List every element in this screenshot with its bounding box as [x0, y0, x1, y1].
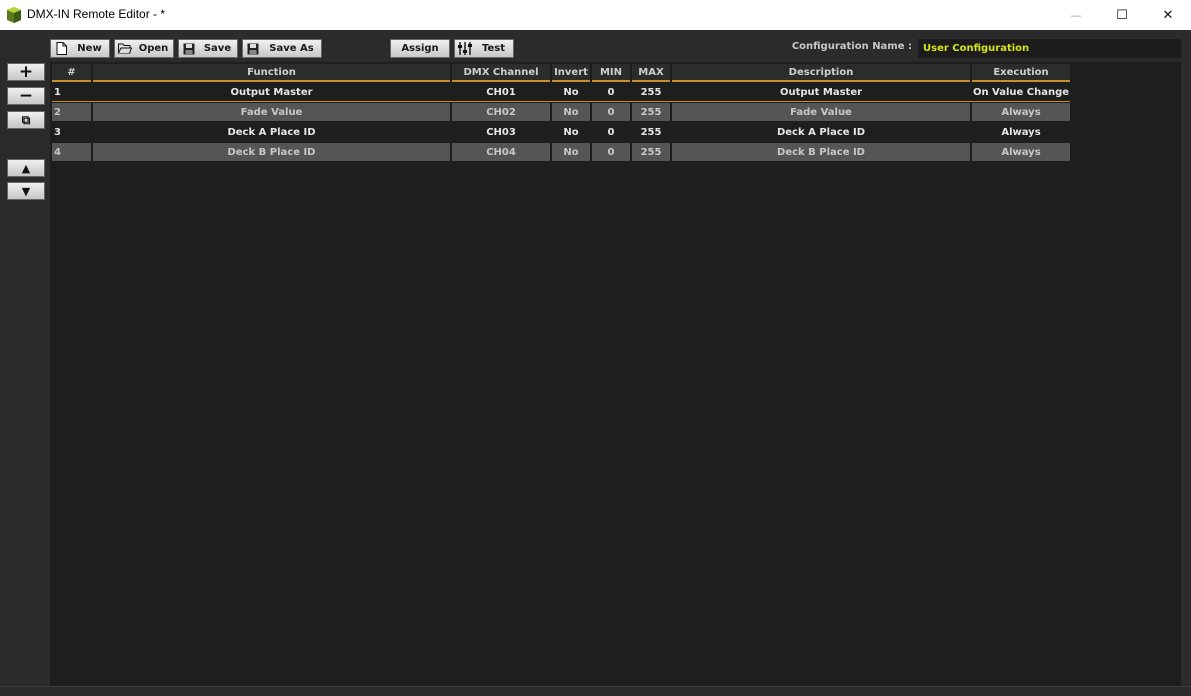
cell-min[interactable]: 0 — [592, 103, 630, 121]
open-folder-icon — [118, 42, 132, 56]
cell-min[interactable]: 0 — [592, 143, 630, 161]
minimize-button[interactable]: — — [1053, 0, 1099, 30]
window-title: DMX-IN Remote Editor - * — [27, 7, 166, 21]
cell-dmx-channel[interactable]: CH04 — [452, 143, 550, 161]
col-header-execution[interactable]: Execution — [972, 64, 1070, 82]
cell-dmx-channel[interactable]: CH03 — [452, 123, 550, 141]
cell-execution[interactable]: Always — [972, 123, 1070, 141]
duplicate-row-button[interactable]: ⧉ — [7, 111, 45, 129]
save-button[interactable]: Save — [178, 39, 238, 58]
maximize-icon: ☐ — [1116, 7, 1128, 23]
floppy-disk-icon — [182, 42, 196, 56]
new-file-icon — [54, 42, 68, 56]
cell-function[interactable]: Fade Value — [93, 103, 450, 121]
cell-max[interactable]: 255 — [632, 83, 670, 101]
status-strip — [0, 686, 1191, 696]
maximize-button[interactable]: ☐ — [1099, 0, 1145, 30]
triangle-down-icon: ▼ — [21, 184, 31, 198]
cell-description[interactable]: Output Master — [672, 83, 970, 101]
col-header-index[interactable]: # — [52, 64, 91, 82]
col-header-dmx-channel[interactable]: DMX Channel — [452, 64, 550, 82]
new-button-label: New — [77, 43, 102, 54]
cell-function[interactable]: Deck B Place ID — [93, 143, 450, 161]
cell-dmx-channel[interactable]: CH01 — [452, 83, 550, 101]
col-header-min[interactable]: MIN — [592, 64, 630, 82]
floppy-disk-icon — [246, 42, 260, 56]
cell-description[interactable]: Fade Value — [672, 103, 970, 121]
cell-invert[interactable]: No — [552, 83, 590, 101]
remove-row-button[interactable]: − — [7, 87, 45, 105]
minimize-icon: — — [1070, 8, 1082, 22]
cell-min[interactable]: 0 — [592, 123, 630, 141]
add-row-button[interactable]: + — [7, 63, 45, 81]
sliders-icon — [458, 42, 472, 56]
close-button[interactable]: ✕ — [1145, 0, 1191, 30]
col-header-description[interactable]: Description — [672, 64, 970, 82]
col-header-max[interactable]: MAX — [632, 64, 670, 82]
config-name-input[interactable] — [918, 39, 1181, 58]
cell-execution[interactable]: Always — [972, 103, 1070, 121]
cell-execution[interactable]: Always — [972, 143, 1070, 161]
cell-max[interactable]: 255 — [632, 103, 670, 121]
title-bar: DMX-IN Remote Editor - * — ☐ ✕ — [0, 0, 1191, 30]
config-name-label: Configuration Name : — [791, 41, 912, 52]
cell-function[interactable]: Output Master — [93, 83, 450, 101]
open-button[interactable]: Open — [114, 39, 174, 58]
cell-index[interactable]: 1 — [52, 83, 91, 101]
cell-description[interactable]: Deck B Place ID — [672, 143, 970, 161]
cell-index[interactable]: 3 — [52, 123, 91, 141]
cell-invert[interactable]: No — [552, 143, 590, 161]
app-cube-icon — [7, 7, 21, 23]
selection-indicator — [52, 101, 1070, 102]
assign-button[interactable]: Assign — [390, 39, 450, 58]
cell-max[interactable]: 255 — [632, 143, 670, 161]
save-as-button[interactable]: Save As — [242, 39, 322, 58]
cell-index[interactable]: 2 — [52, 103, 91, 121]
test-button-label: Test — [481, 43, 505, 54]
cell-index[interactable]: 4 — [52, 143, 91, 161]
minus-icon: − — [18, 85, 34, 106]
close-icon: ✕ — [1162, 7, 1174, 23]
open-button-label: Open — [138, 43, 169, 54]
test-button[interactable]: Test — [454, 39, 514, 58]
move-down-button[interactable]: ▼ — [7, 182, 45, 200]
plus-icon: + — [18, 61, 34, 82]
cell-invert[interactable]: No — [552, 103, 590, 121]
cell-description[interactable]: Deck A Place ID — [672, 123, 970, 141]
cell-min[interactable]: 0 — [592, 83, 630, 101]
copy-icon: ⧉ — [21, 112, 31, 127]
col-header-function[interactable]: Function — [93, 64, 450, 82]
triangle-up-icon: ▲ — [21, 161, 31, 175]
save-as-button-label: Save As — [269, 43, 314, 54]
save-button-label: Save — [203, 43, 232, 54]
cell-execution[interactable]: On Value Change — [972, 83, 1070, 101]
col-header-invert[interactable]: Invert — [552, 64, 590, 82]
move-up-button[interactable]: ▲ — [7, 159, 45, 177]
cell-dmx-channel[interactable]: CH02 — [452, 103, 550, 121]
new-button[interactable]: New — [50, 39, 110, 58]
cell-max[interactable]: 255 — [632, 123, 670, 141]
cell-invert[interactable]: No — [552, 123, 590, 141]
assign-button-label: Assign — [401, 43, 439, 54]
cell-function[interactable]: Deck A Place ID — [93, 123, 450, 141]
